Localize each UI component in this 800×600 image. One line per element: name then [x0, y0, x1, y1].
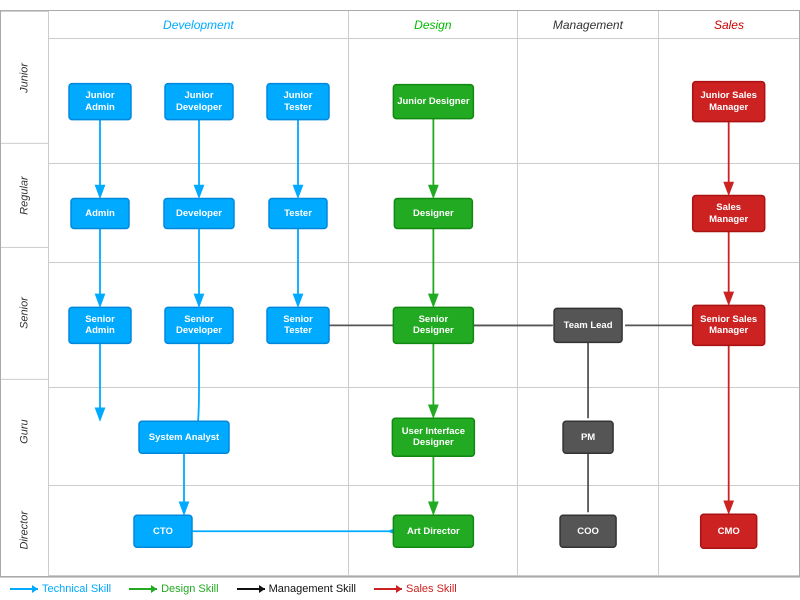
label-junior: Junior — [1, 11, 48, 143]
row-labels: Junior Regular Senior Guru Director — [1, 11, 49, 576]
cell-regular-mgmt — [518, 164, 659, 262]
cell-director-mgmt — [518, 486, 659, 575]
row-regular — [49, 164, 799, 263]
cell-director-sales — [659, 486, 799, 575]
label-guru: Guru — [1, 379, 48, 483]
legend-arrow-technical — [10, 588, 38, 590]
chart-area: Junior Regular Senior Guru Director Deve… — [0, 10, 800, 577]
legend-sales: Sales Skill — [374, 583, 457, 595]
legend-label-sales: Sales Skill — [406, 583, 457, 595]
legend-arrow-management — [237, 588, 265, 590]
cell-director-design — [349, 486, 518, 575]
row-senior — [49, 263, 799, 388]
cell-guru-sales — [659, 388, 799, 486]
page-title — [0, 0, 800, 10]
col-header-design: Design — [349, 11, 518, 38]
cell-regular-dev — [49, 164, 349, 262]
cell-senior-mgmt — [518, 263, 659, 387]
cell-regular-sales — [659, 164, 799, 262]
legend: Technical Skill Design Skill Management … — [0, 577, 800, 600]
legend-label-technical: Technical Skill — [42, 583, 111, 595]
cell-senior-dev — [49, 263, 349, 387]
label-regular: Regular — [1, 143, 48, 247]
rows-container: Junior AdminJunior DeveloperJunior Teste… — [49, 39, 799, 576]
main-container: Junior Regular Senior Guru Director Deve… — [0, 0, 800, 600]
col-header-development: Development — [49, 11, 349, 38]
cell-senior-sales — [659, 263, 799, 387]
legend-arrow-sales — [374, 588, 402, 590]
cell-junior-mgmt — [518, 39, 659, 163]
legend-arrow-design — [129, 588, 157, 590]
grid-area: Development Design Management Sales — [49, 11, 799, 576]
cell-guru-design — [349, 388, 518, 486]
row-director — [49, 486, 799, 576]
cell-junior-sales — [659, 39, 799, 163]
cell-guru-mgmt — [518, 388, 659, 486]
legend-technical: Technical Skill — [10, 583, 111, 595]
row-guru — [49, 388, 799, 487]
cell-senior-design — [349, 263, 518, 387]
cell-junior-dev — [49, 39, 349, 163]
label-director: Director — [1, 483, 48, 577]
col-header-sales: Sales — [659, 11, 799, 38]
label-senior: Senior — [1, 247, 48, 379]
legend-design: Design Skill — [129, 583, 218, 595]
cell-junior-design — [349, 39, 518, 163]
row-junior — [49, 39, 799, 164]
legend-label-management: Management Skill — [269, 583, 356, 595]
col-header-management: Management — [518, 11, 659, 38]
cell-regular-design — [349, 164, 518, 262]
legend-management: Management Skill — [237, 583, 356, 595]
cell-guru-dev — [49, 388, 349, 486]
legend-label-design: Design Skill — [161, 583, 218, 595]
cell-director-dev — [49, 486, 349, 575]
col-headers: Development Design Management Sales — [49, 11, 799, 39]
